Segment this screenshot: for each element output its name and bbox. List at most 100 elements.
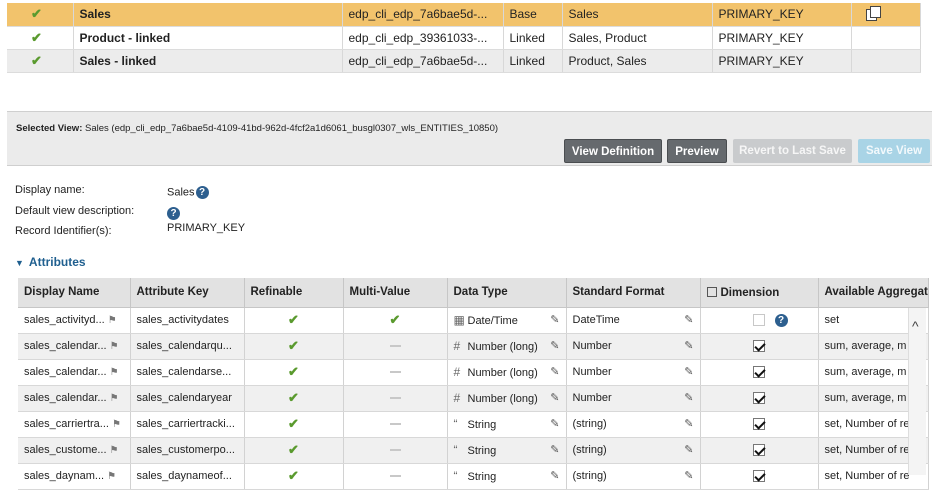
data-type-cell[interactable]: “String ✎ xyxy=(447,411,567,438)
standard-format-cell[interactable]: Number ✎ xyxy=(566,359,701,386)
pencil-icon[interactable]: ✎ xyxy=(550,386,559,411)
display-name-cell[interactable]: sales_calendar... ⚑ xyxy=(18,333,131,360)
multi-value-cell xyxy=(343,333,448,360)
attribute-row[interactable]: sales_daynam... ⚑ sales_daynameof... ✔ “Stri… xyxy=(18,463,929,490)
column-header[interactable]: Standard Format xyxy=(566,278,701,308)
flag-icon: ⚑ xyxy=(107,471,117,482)
quote-icon: “ xyxy=(453,416,458,431)
status-cell: ✔ xyxy=(7,49,74,73)
data-type-cell[interactable]: # Number (long) ✎ xyxy=(447,385,567,412)
attribute-key-cell: sales_carriertracki... xyxy=(130,411,245,438)
standard-format-cell[interactable]: (string) ✎ xyxy=(566,463,701,490)
attribute-row[interactable]: sales_carriertra... ⚑ sales_carriertracki.… xyxy=(18,411,929,438)
dimension-cell xyxy=(700,437,819,464)
help-icon[interactable]: ? xyxy=(195,186,209,199)
standard-format-cell[interactable]: DateTime ✎ xyxy=(566,307,701,334)
attribute-key-cell: sales_daynameof... xyxy=(130,463,245,490)
quote-icon: “ xyxy=(453,442,458,457)
refinable-cell: ✔ xyxy=(244,463,344,490)
dimension-checkbox[interactable] xyxy=(752,470,765,483)
dimension-checkbox[interactable] xyxy=(752,314,765,326)
check-icon: ✔ xyxy=(288,416,299,431)
hash-icon: # xyxy=(453,338,461,353)
attributes-section-toggle[interactable]: ▼ Attributes xyxy=(15,255,86,269)
dimension-checkbox[interactable] xyxy=(752,392,765,405)
check-icon: ✔ xyxy=(288,390,299,405)
display-name-cell[interactable]: sales_daynam... ⚑ xyxy=(18,463,131,490)
column-header[interactable]: Multi-Value xyxy=(343,278,448,308)
save-view-button[interactable]: Save View xyxy=(858,139,930,163)
display-name-cell[interactable]: sales_carriertra... ⚑ xyxy=(18,411,131,438)
standard-format-cell[interactable]: (string) ✎ xyxy=(566,411,701,438)
attribute-row[interactable]: sales_custome... ⚑ sales_customerpo... ✔ “St… xyxy=(18,437,929,464)
display-name-value[interactable]: Sales? xyxy=(167,186,209,199)
view-row[interactable]: ✔ Sales edp_cli_edp_7a6bae5d-... Base Sales P… xyxy=(7,3,921,27)
column-header[interactable]: Attribute Key xyxy=(130,278,245,308)
dimension-checkbox[interactable] xyxy=(752,366,765,379)
attribute-row[interactable]: sales_calendar... ⚑ sales_calendarse... ✔ # N… xyxy=(18,359,929,386)
column-header[interactable]: Display Name xyxy=(18,278,131,308)
check-icon: ✔ xyxy=(288,364,299,379)
data-type-cell[interactable]: ▦ Date/Time ✎ xyxy=(447,307,567,334)
data-type-cell[interactable]: “String ✎ xyxy=(447,437,567,464)
dimension-checkbox[interactable] xyxy=(752,444,765,457)
column-header[interactable]: Refinable xyxy=(244,278,344,308)
dimension-cell xyxy=(700,333,819,360)
dimension-checkbox[interactable] xyxy=(752,418,765,431)
attribute-row[interactable]: sales_activityd... ⚑ sales_activitydates ✔ ✔… xyxy=(18,307,929,334)
pencil-icon[interactable]: ✎ xyxy=(550,334,559,359)
dimension-icon xyxy=(706,286,717,297)
column-header[interactable]: Data Type xyxy=(447,278,567,308)
dimension-checkbox[interactable] xyxy=(752,340,765,353)
column-header[interactable]: Available Aggregat xyxy=(818,278,929,308)
display-name-cell[interactable]: sales_activityd... ⚑ xyxy=(18,307,131,334)
display-name-cell[interactable]: sales_calendar... ⚑ xyxy=(18,385,131,412)
help-icon[interactable]: ? xyxy=(167,207,180,220)
attribute-row[interactable]: sales_calendar... ⚑ sales_calendaryear ✔ # Nu… xyxy=(18,385,929,412)
view-key: edp_cli_edp_7a6bae5d-... xyxy=(342,3,504,27)
pencil-icon[interactable]: ✎ xyxy=(684,386,693,411)
pencil-icon[interactable]: ✎ xyxy=(684,360,693,385)
data-type-cell[interactable]: # Number (long) ✎ xyxy=(447,333,567,360)
display-name-cell[interactable]: sales_calendar... ⚑ xyxy=(18,359,131,386)
revert-button[interactable]: Revert to Last Save xyxy=(733,139,852,163)
column-header[interactable]: Dimension xyxy=(700,278,819,308)
pencil-icon[interactable]: ✎ xyxy=(684,438,693,463)
status-cell: ✔ xyxy=(7,26,74,50)
pencil-icon[interactable]: ✎ xyxy=(684,334,693,359)
table-scrollbar[interactable]: ^ xyxy=(908,308,926,475)
multi-value-cell xyxy=(343,385,448,412)
description-help[interactable]: ? xyxy=(167,207,180,220)
pencil-icon[interactable]: ✎ xyxy=(684,308,693,333)
check-icon: ✔ xyxy=(288,312,299,327)
pencil-icon[interactable]: ✎ xyxy=(550,438,559,463)
view-name[interactable]: Sales xyxy=(73,3,343,27)
pencil-icon[interactable]: ✎ xyxy=(684,412,693,437)
view-identifier: PRIMARY_KEY xyxy=(712,26,852,50)
pencil-icon[interactable]: ✎ xyxy=(550,464,559,489)
help-icon[interactable]: ? xyxy=(774,313,788,327)
dash-icon xyxy=(389,423,401,426)
standard-format-cell[interactable]: (string) ✎ xyxy=(566,437,701,464)
standard-format-cell[interactable]: Number ✎ xyxy=(566,385,701,412)
copy-icon[interactable] xyxy=(865,5,881,21)
view-row[interactable]: ✔ Sales - linked edp_cli_edp_7a6bae5d-... L… xyxy=(7,49,921,73)
attribute-row[interactable]: sales_calendar... ⚑ sales_calendarqu... ✔ # N… xyxy=(18,333,929,360)
view-name[interactable]: Sales - linked xyxy=(73,49,343,73)
preview-button[interactable]: Preview xyxy=(667,139,727,163)
pencil-icon[interactable]: ✎ xyxy=(550,412,559,437)
view-action-cell[interactable] xyxy=(851,3,921,27)
pencil-icon[interactable]: ✎ xyxy=(550,360,559,385)
scroll-up-icon[interactable]: ^ xyxy=(912,318,919,334)
flag-icon: ⚑ xyxy=(109,367,119,378)
view-row[interactable]: ✔ Product - linked edp_cli_edp_39361033-..… xyxy=(7,26,921,50)
refinable-cell: ✔ xyxy=(244,333,344,360)
standard-format-cell[interactable]: Number ✎ xyxy=(566,333,701,360)
pencil-icon[interactable]: ✎ xyxy=(550,308,559,333)
view-definition-button[interactable]: View Definition xyxy=(564,139,662,163)
view-name[interactable]: Product - linked xyxy=(73,26,343,50)
data-type-cell[interactable]: “String ✎ xyxy=(447,463,567,490)
data-type-cell[interactable]: # Number (long) ✎ xyxy=(447,359,567,386)
pencil-icon[interactable]: ✎ xyxy=(684,464,693,489)
display-name-cell[interactable]: sales_custome... ⚑ xyxy=(18,437,131,464)
